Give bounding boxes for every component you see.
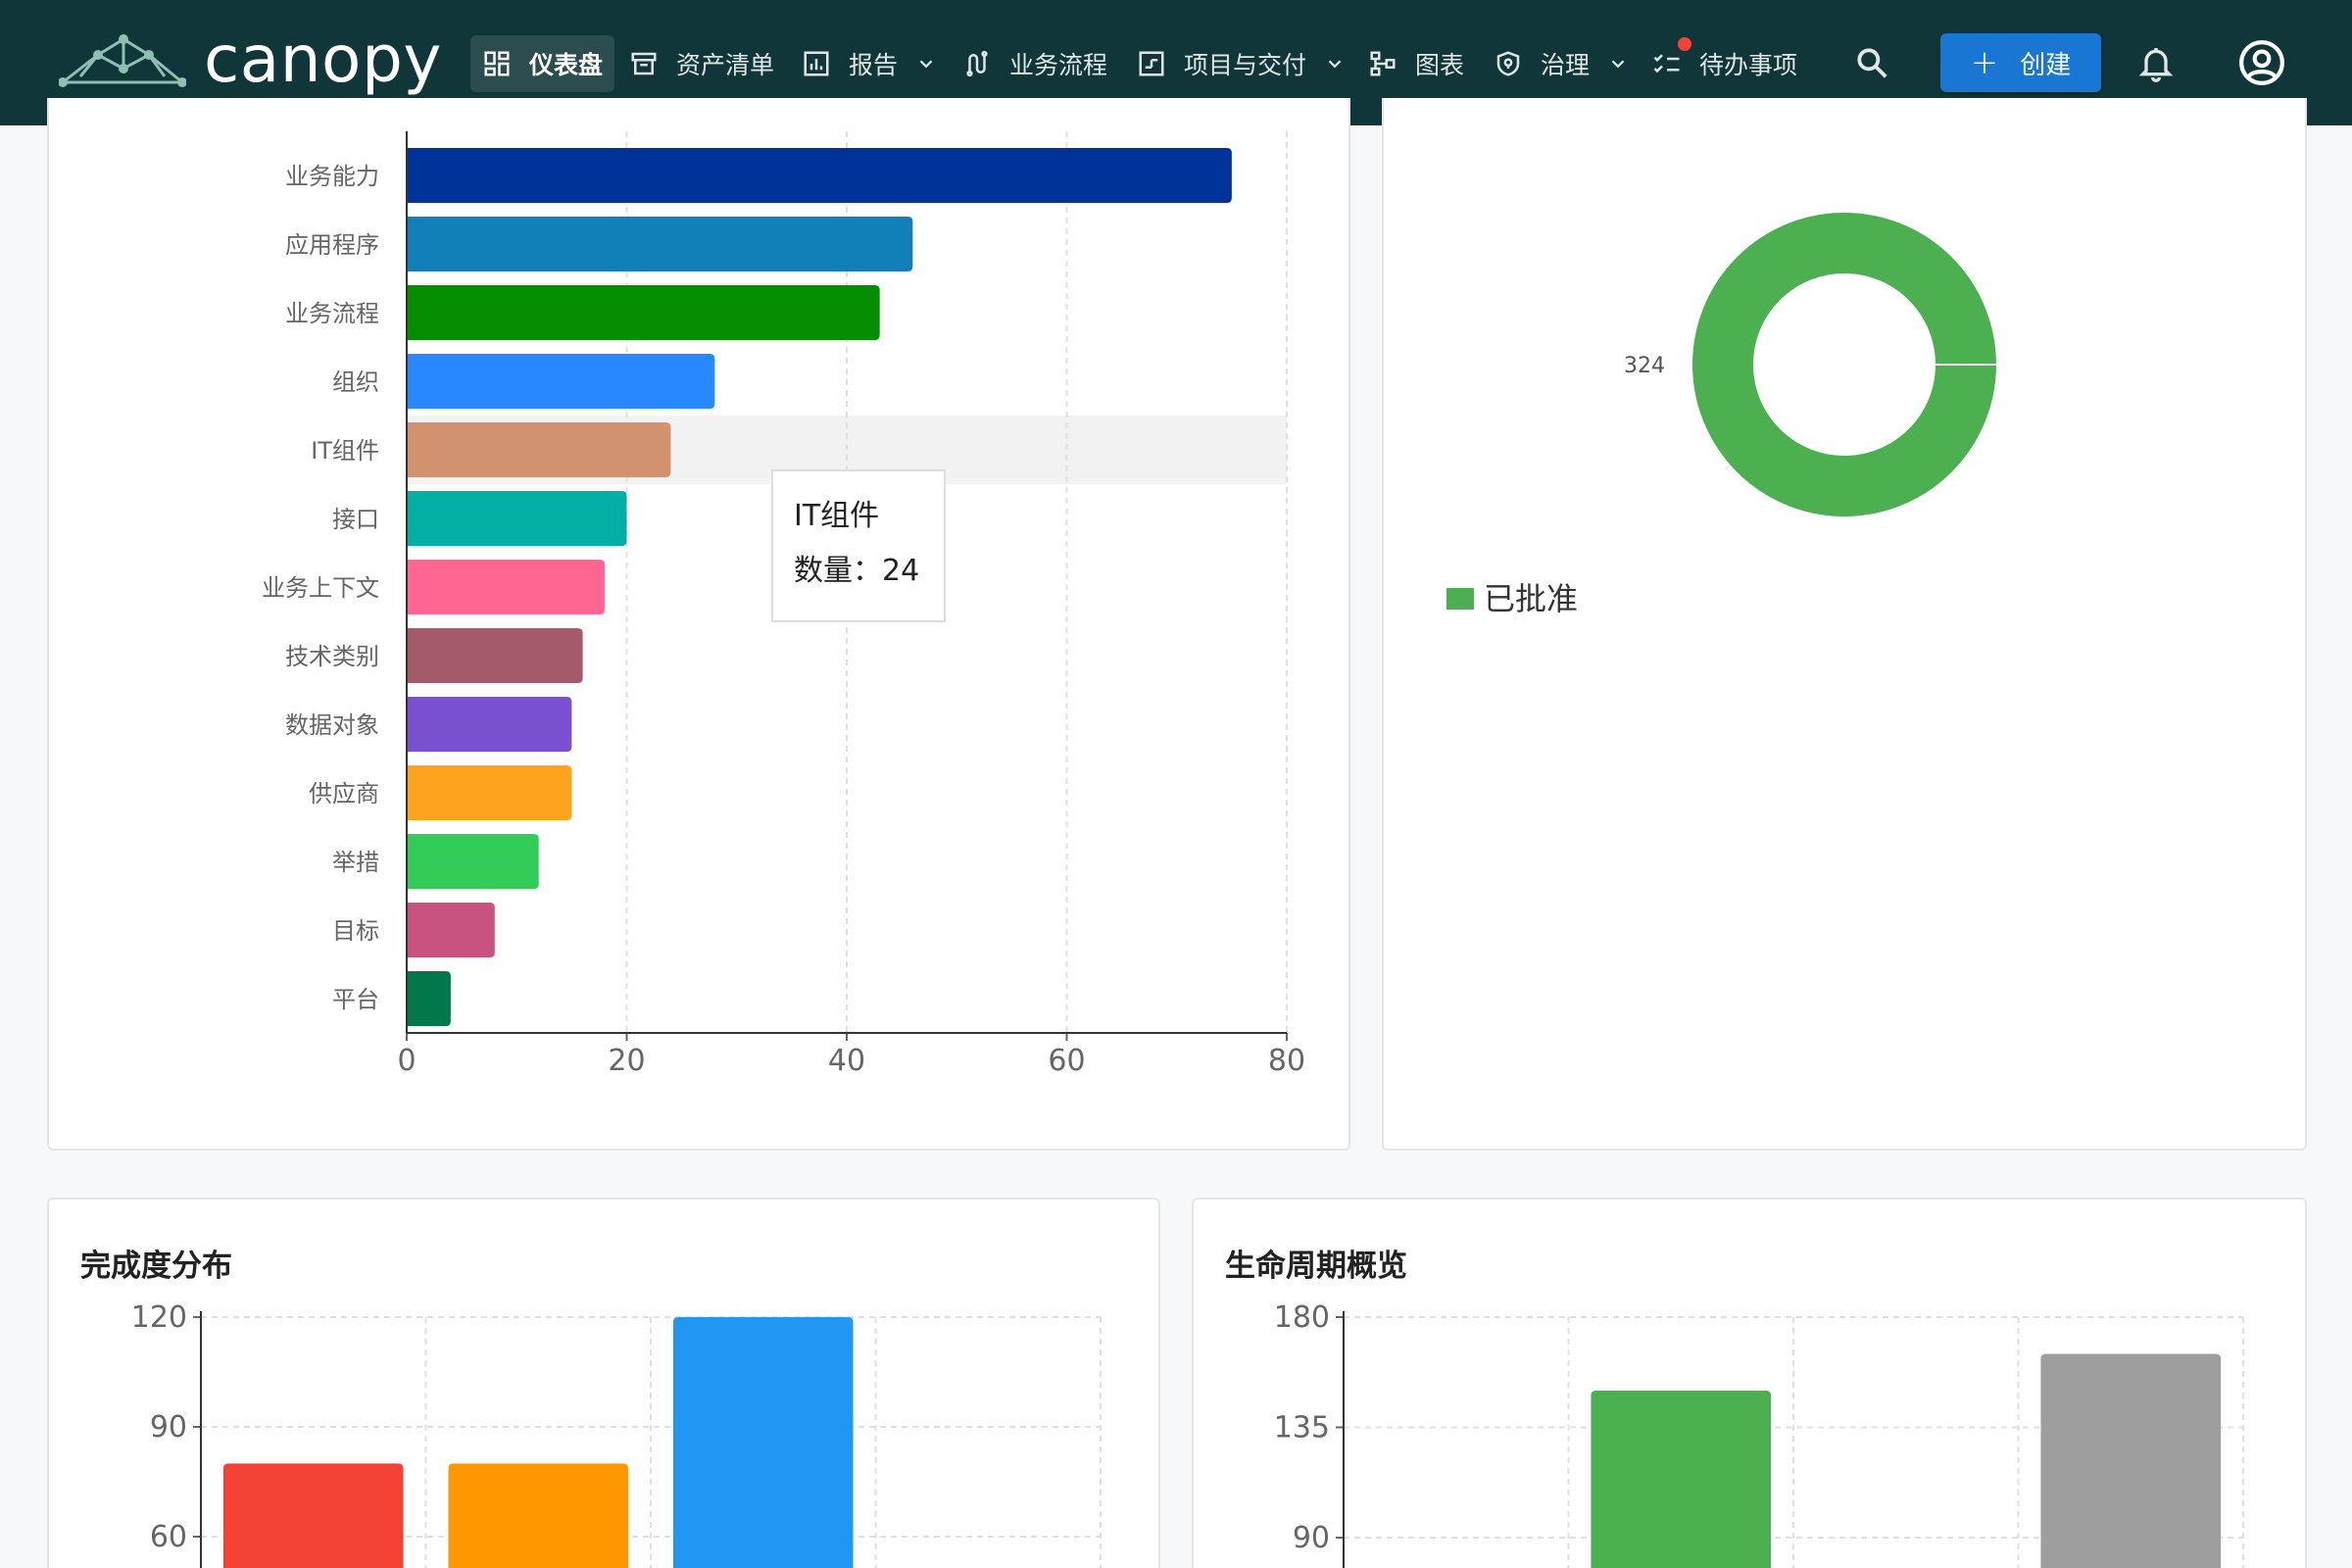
bar-1 (1591, 1391, 1772, 1568)
approval-status-chart-card: 324 已批准 (1382, 98, 2307, 1151)
nav-dashboard[interactable]: 仪表盘 (470, 35, 615, 92)
tooltip-title: IT组件 (794, 499, 879, 533)
account-button[interactable] (2236, 35, 2287, 90)
plus-icon: + (1970, 43, 1999, 82)
completion-distribution-card: 完成度分布 60 90 120 (47, 1198, 1160, 1568)
completion-distribution-chart: 60 90 120 (131, 1300, 1102, 1568)
category-label: 举措 (332, 849, 379, 876)
nav-governance-label: 治理 (1541, 51, 1591, 79)
nav-governance[interactable]: 治理 (1494, 35, 1629, 92)
nav-projects[interactable]: 项目与交付 (1137, 35, 1346, 92)
legend-swatch (1446, 588, 1474, 610)
y-tick-label: 90 (150, 1410, 187, 1445)
nav-inventory[interactable]: 资产清单 (629, 35, 774, 92)
category-label: 业务流程 (285, 300, 379, 327)
donut-data-label: 324 (1624, 354, 1665, 378)
category-label: IT组件 (311, 437, 379, 465)
y-tick-label: 180 (1274, 1300, 1330, 1335)
diagram-icon (1370, 51, 1396, 76)
chart-tooltip: IT组件数量：24 (771, 469, 946, 622)
y-tick-label: 60 (150, 1520, 187, 1554)
x-tick-label: 0 (397, 1044, 416, 1078)
notification-dot (1678, 37, 1691, 51)
category-label: 供应商 (309, 780, 379, 808)
category-label: 业务能力 (285, 163, 379, 190)
bar-6 (407, 560, 606, 614)
lifecycle-overview-card: 生命周期概览 90 135 180 (1192, 1198, 2307, 1568)
bar-2 (672, 1317, 854, 1568)
legend-label: 已批准 (1484, 580, 1578, 617)
archive-icon (631, 52, 657, 75)
search-button[interactable] (1850, 39, 1893, 86)
bar-0 (222, 1463, 404, 1568)
lifecycle-overview-chart: 90 135 180 (1274, 1300, 2244, 1568)
y-tick-label: 90 (1293, 1521, 1330, 1555)
project-icon (1139, 51, 1164, 76)
category-label: 组织 (332, 368, 379, 396)
bar-2 (407, 285, 880, 340)
x-tick-label: 60 (1048, 1044, 1085, 1078)
nav-projects-label: 项目与交付 (1184, 51, 1307, 79)
category-label: 接口 (332, 506, 379, 533)
chevron-down-icon (1328, 60, 1342, 69)
nav-todo[interactable]: 待办事项 (1652, 35, 1797, 92)
bar-11 (407, 903, 495, 957)
nav-dashboard-label: 仪表盘 (529, 51, 604, 79)
account-circle-icon (2239, 40, 2284, 85)
bar-10 (407, 834, 539, 889)
report-icon (804, 51, 829, 76)
x-tick-label: 80 (1268, 1044, 1305, 1078)
bell-icon (2138, 48, 2174, 82)
y-tick-label: 135 (1274, 1411, 1330, 1446)
logo-text: canopy (204, 22, 442, 97)
bar-3 (2040, 1353, 2222, 1568)
bar-9 (407, 765, 572, 820)
bar-8 (407, 697, 572, 752)
search-icon (1857, 48, 1887, 78)
dashboard-icon (484, 51, 510, 76)
notifications-button[interactable] (2134, 37, 2178, 88)
nav-business-process-label: 业务流程 (1009, 51, 1108, 79)
category-label: 应用程序 (285, 231, 379, 259)
checklist-icon (1653, 54, 1680, 74)
canopy-logo-icon (59, 34, 186, 87)
x-tick-label: 20 (608, 1044, 645, 1078)
chevron-down-icon (1611, 60, 1625, 69)
nav-todo-label: 待办事项 (1699, 51, 1798, 79)
category-label: 业务上下文 (262, 574, 379, 602)
bar-4 (407, 422, 671, 477)
nav-business-process[interactable]: 业务流程 (962, 35, 1107, 92)
y-tick-label: 120 (131, 1300, 187, 1335)
tooltip-box (771, 469, 946, 622)
bar-1 (407, 217, 913, 271)
category-label: 平台 (332, 986, 379, 1013)
nav-reports[interactable]: 报告 (802, 35, 937, 92)
canopy-logo[interactable]: canopy (59, 27, 442, 98)
bar-3 (407, 354, 715, 409)
create-button[interactable]: + 创建 (1940, 33, 2101, 92)
x-tick-label: 40 (828, 1044, 865, 1078)
category-label: 数据对象 (285, 711, 379, 739)
asset-type-chart-card: 0 20 40 60 80 业务能力 应用程序 业务流程 组织 IT组件 接口 业务上下文 技术类别 数据… (47, 98, 1350, 1151)
nav-reports-label: 报告 (849, 51, 899, 79)
donut-slice-approved (1692, 213, 1996, 516)
category-label: 技术类别 (285, 643, 379, 670)
approval-status-donut-chart: 324 已批准 (1446, 213, 1996, 617)
asset-type-bar-chart: 0 20 40 60 80业务能力应用程序业务流程组织IT组件接口业务上下文技术类别数据… (262, 131, 1305, 1078)
bar-7 (407, 628, 583, 683)
bar-12 (407, 971, 451, 1026)
tooltip-value: 数量：24 (794, 554, 919, 588)
nav-inventory-label: 资产清单 (676, 51, 775, 79)
bar-0 (407, 148, 1232, 203)
nav-diagrams[interactable]: 图表 (1368, 35, 1464, 92)
chevron-down-icon (919, 60, 933, 69)
shield-icon (1496, 51, 1520, 76)
bar-1 (448, 1463, 629, 1568)
nav-diagrams-label: 图表 (1415, 51, 1465, 79)
bar-5 (407, 491, 627, 546)
category-label: 目标 (332, 917, 379, 945)
process-icon (966, 50, 988, 77)
create-button-label: 创建 (2020, 50, 2072, 80)
